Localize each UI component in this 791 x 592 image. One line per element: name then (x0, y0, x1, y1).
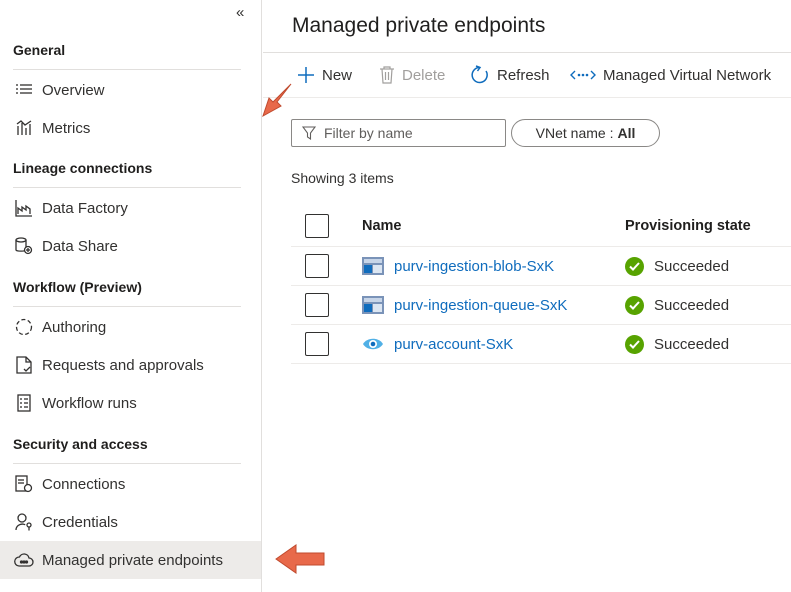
sidebar-item-label: Credentials (42, 513, 118, 531)
authoring-icon (13, 316, 35, 338)
refresh-label: Refresh (497, 66, 550, 84)
sidebar-item-label: Data Share (42, 237, 118, 255)
divider (13, 306, 241, 307)
row-checkbox[interactable] (305, 254, 329, 278)
state-cell: Succeeded (625, 295, 730, 315)
sidebar-item-authoring[interactable]: Authoring (0, 308, 261, 346)
connections-icon (13, 473, 35, 495)
collapse-sidebar-icon[interactable]: « (236, 4, 244, 21)
data-factory-icon (13, 197, 35, 219)
sidebar-item-label: Workflow runs (42, 394, 137, 412)
endpoint-name-link[interactable]: purv-ingestion-blob-SxK (394, 258, 554, 275)
state-cell: Succeeded (625, 334, 730, 354)
trash-icon (379, 66, 395, 84)
list-icon (13, 79, 35, 101)
row-checkbox[interactable] (305, 293, 329, 317)
sidebar-item-requests-and-approvals[interactable]: Requests and approvals (0, 346, 261, 384)
sidebar-item-label: Managed private endpoints (42, 551, 223, 569)
divider (13, 463, 241, 464)
provisioning-state: Succeeded (654, 257, 730, 275)
divider (13, 69, 241, 70)
document-icon (13, 354, 35, 376)
provisioning-state: Succeeded (654, 296, 730, 314)
sidebar-item-label: Metrics (42, 119, 91, 137)
delete-button[interactable]: Delete (379, 62, 445, 88)
sidebar-item-metrics[interactable]: Metrics (0, 109, 261, 147)
sidebar-item-label: Requests and approvals (42, 356, 204, 374)
checklist-icon (13, 392, 35, 414)
filter-by-name-input[interactable]: Filter by name (291, 119, 506, 147)
sidebar-item-connections[interactable]: Connections (0, 465, 261, 503)
refresh-icon (470, 65, 490, 85)
annotation-arrow-icon (275, 544, 325, 574)
sidebar-item-data-factory[interactable]: Data Factory (0, 189, 261, 227)
sidebar-item-credentials[interactable]: Credentials (0, 503, 261, 541)
section-workflow: Workflow (Preview) (13, 279, 142, 295)
item-count: Showing 3 items (291, 170, 394, 186)
sidebar-item-managed-private-endpoints[interactable]: Managed private endpoints (0, 541, 261, 579)
purview-eye-icon (362, 333, 384, 355)
row-checkbox[interactable] (305, 332, 329, 356)
page-title: Managed private endpoints (292, 14, 546, 37)
column-header-provisioning-state[interactable]: Provisioning state (625, 218, 751, 234)
delete-label: Delete (402, 66, 446, 84)
credentials-icon (13, 511, 35, 533)
cloud-icon (13, 549, 35, 571)
data-share-icon (13, 235, 35, 257)
vnet-name-filter-pill[interactable]: VNet name : All (511, 119, 660, 147)
new-button[interactable]: New (297, 62, 352, 88)
storage-icon (362, 255, 384, 277)
name-cell: purv-ingestion-queue-SxK (362, 294, 567, 316)
filter-icon (302, 126, 316, 140)
refresh-button[interactable]: Refresh (470, 62, 550, 88)
storage-icon (362, 294, 384, 316)
annotation-arrow-icon (262, 83, 292, 118)
state-cell: Succeeded (625, 256, 730, 276)
divider (263, 52, 791, 53)
main-panel: Managed private endpoints New Delete Ref… (263, 0, 791, 592)
sidebar-item-workflow-runs[interactable]: Workflow runs (0, 384, 261, 422)
column-header-name[interactable]: Name (362, 218, 402, 234)
vnet-filter-prefix: VNet name : (535, 125, 614, 141)
sidebar-item-label: Connections (42, 475, 126, 493)
sidebar-item-label: Data Factory (42, 199, 128, 217)
table-row: purv-account-SxK Succeeded (291, 325, 791, 364)
divider (13, 187, 241, 188)
provisioning-state: Succeeded (654, 335, 730, 353)
sidebar-item-overview[interactable]: Overview (0, 71, 261, 109)
section-lineage-connections: Lineage connections (13, 160, 153, 176)
name-cell: purv-ingestion-blob-SxK (362, 255, 554, 277)
sidebar: « General Overview Metrics Lineage conne… (0, 0, 262, 592)
success-check-icon (625, 256, 644, 276)
section-general: General (13, 42, 66, 58)
new-label: New (322, 66, 353, 84)
success-check-icon (625, 334, 644, 354)
table-row: purv-ingestion-queue-SxK Succeeded (291, 286, 791, 325)
select-all-checkbox[interactable] (305, 213, 329, 238)
success-check-icon (625, 295, 644, 315)
table-row: purv-ingestion-blob-SxK Succeeded (291, 247, 791, 286)
plus-icon (297, 66, 315, 84)
endpoint-name-link[interactable]: purv-account-SxK (394, 336, 513, 353)
endpoint-name-link[interactable]: purv-ingestion-queue-SxK (394, 297, 567, 314)
virtual-network-icon (570, 68, 596, 82)
vnet-filter-value: All (617, 125, 636, 141)
table-header: Name Provisioning state (291, 205, 791, 247)
managed-virtual-network-button[interactable]: Managed Virtual Network (570, 62, 771, 88)
sidebar-item-label: Overview (42, 81, 105, 99)
sidebar-item-label: Authoring (42, 318, 107, 336)
metrics-icon (13, 117, 35, 139)
endpoints-table: Name Provisioning state purv-ingestion-b… (291, 205, 791, 364)
sidebar-item-data-share[interactable]: Data Share (0, 227, 261, 265)
managed-virtual-network-label: Managed Virtual Network (603, 66, 772, 84)
section-security-and-access: Security and access (13, 436, 148, 452)
divider (263, 97, 791, 98)
filter-placeholder: Filter by name (324, 125, 413, 141)
name-cell: purv-account-SxK (362, 333, 513, 355)
